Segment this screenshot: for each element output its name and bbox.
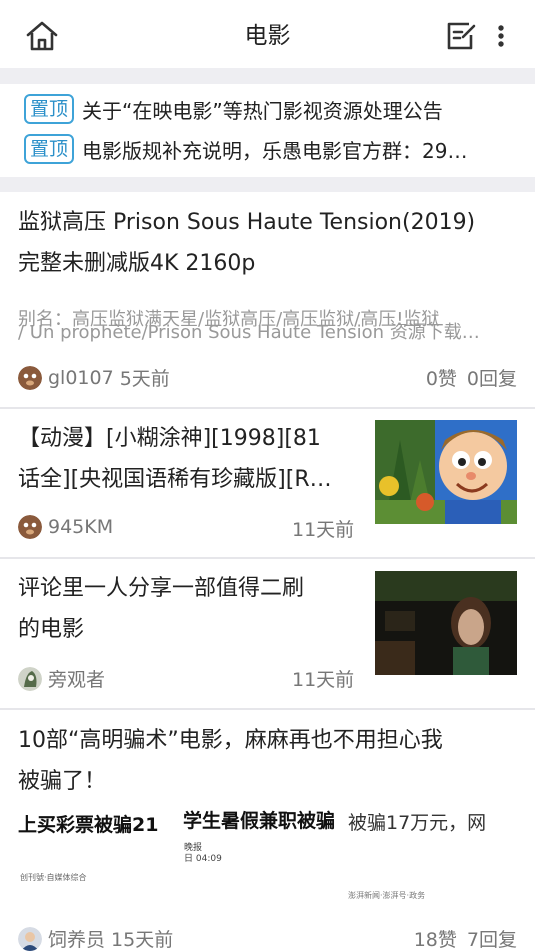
pinned-item[interactable]: 置顶 关于“在映电影”等热门影视资源处理公告 (24, 93, 524, 125)
avatar (18, 926, 42, 951)
post-author[interactable]: gl0107 5天前 (18, 364, 170, 391)
preview-small-text: 日 04:09 (184, 854, 222, 864)
preview-headline: 被骗17万元，网 (348, 812, 487, 834)
edit-post-icon[interactable] (445, 20, 477, 52)
post-item[interactable]: 【动漫】[小糊涂神][1998][81 话全][央视国语稀有珍藏版][R… 94… (0, 409, 535, 559)
pinned-badge: 置顶 (24, 134, 75, 164)
post-time: 11天前 (292, 669, 355, 691)
post-item[interactable]: 监狱高压 Prison Sous Haute Tension(2019) 完整未… (0, 192, 535, 409)
reply-count: 0回复 (466, 368, 517, 390)
more-vertical-icon[interactable] (490, 20, 512, 52)
post-stats: 0赞 0回复 (426, 364, 517, 391)
post-thumbnail[interactable] (375, 571, 517, 675)
preview-headline: 上买彩票被骗21 (18, 814, 159, 836)
section-divider (0, 68, 535, 84)
post-time: 11天前 (292, 519, 355, 541)
avatar (18, 515, 42, 539)
post-title-line: 完整未删减版4K 2160p (18, 251, 256, 276)
like-count: 18赞 (413, 929, 457, 951)
preview-caption: 澎湃新闻·澎湃号·政务 (348, 891, 426, 900)
post-title-line: 评论里一人分享一部值得二刷 (18, 576, 305, 601)
author-name: 945KM (48, 516, 114, 538)
pinned-item[interactable]: 置顶 电影版规补充说明，乐愚电影官方群：29… (24, 133, 524, 165)
pinned-title: 电影版规补充说明，乐愚电影官方群：29… (82, 138, 468, 163)
post-item[interactable]: 评论里一人分享一部值得二刷 的电影 旁观者 11天前 (0, 559, 535, 710)
pinned-badge: 置顶 (24, 94, 75, 124)
post-stats: 18赞 7回复 (414, 925, 517, 952)
author-name: 饲养员 (48, 929, 106, 951)
reply-count: 7回复 (466, 929, 517, 951)
post-author[interactable]: 945KM (18, 515, 113, 539)
author-name: 旁观者 (48, 669, 106, 691)
post-title-line: 话全][央视国语稀有珍藏版][R… (18, 467, 332, 492)
preview-headline: 学生暑假兼职被骗 (183, 810, 336, 832)
author-name: gl0107 (48, 366, 114, 389)
post-author[interactable]: 饲养员 15天前 (18, 925, 173, 952)
post-title-line: 10部“高明骗术”电影，麻麻再也不用担心我 (18, 728, 443, 753)
post-time: 15天前 (111, 929, 174, 951)
post-title-line: 被骗了！ (18, 769, 107, 794)
post-title-line: 监狱高压 Prison Sous Haute Tension(2019) (18, 210, 476, 235)
preview-caption: 创刊號·自媒体综合 (20, 873, 87, 882)
post-preview-image[interactable]: 上买彩票被骗21 学生暑假兼职被骗 被骗17万元，网 晚报 日 04:09 创刊… (18, 806, 517, 916)
post-author[interactable]: 旁观者 (18, 665, 105, 692)
pinned-title: 关于“在映电影”等热门影视资源处理公告 (82, 98, 443, 123)
top-bar: 电影 (0, 0, 535, 68)
like-count: 0赞 (425, 368, 457, 390)
post-title-line: 【动漫】[小糊涂神][1998][81 (18, 426, 321, 451)
post-time: 5天前 (119, 368, 170, 390)
pinned-list: 置顶 关于“在映电影”等热门影视资源处理公告 置顶 电影版规补充说明，乐愚电影官… (0, 84, 535, 178)
post-thumbnail[interactable] (375, 420, 517, 524)
post-alias-line: / Un prophète/Prison Sous Haute Tension … (18, 322, 480, 343)
post-item[interactable]: 10部“高明骗术”电影，麻麻再也不用担心我 被骗了！ 上买彩票被骗21 学生暑假… (0, 710, 535, 951)
post-title-line: 的电影 (18, 617, 85, 642)
avatar (18, 365, 42, 390)
avatar (18, 666, 42, 691)
section-divider (0, 177, 535, 192)
